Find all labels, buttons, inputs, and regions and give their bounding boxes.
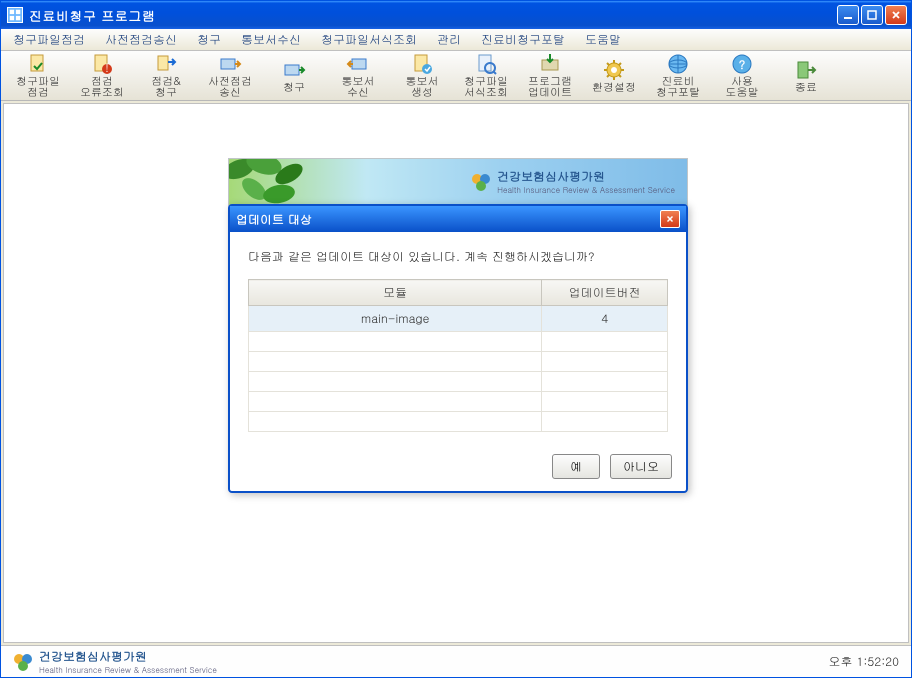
notice-gen-icon [410,53,434,75]
claim-icon [282,59,306,81]
table-row[interactable] [249,352,668,372]
toolbar-btn-exit[interactable]: 종료 [775,53,837,99]
toolbar-label: 통보서 생성 [406,76,439,98]
toolbar-btn-file-check[interactable]: 청구파일 점검 [7,53,69,99]
col-version: 업데이트버전 [542,280,668,306]
dialog-titlebar: 업데이트 대상 [230,206,686,232]
table-row[interactable]: main-image4 [249,306,668,332]
close-button[interactable] [885,5,907,25]
toolbar-label: 진료비 청구포탈 [656,76,700,98]
dialog-body: 다음과 같은 업데이트 대상이 있습니다. 계속 진행하시겠습니까? 모듈 업데… [230,232,686,444]
toolbar-btn-notice-gen[interactable]: 통보서 생성 [391,53,453,99]
status-brand-sub: Health Insurance Review & Assessment Ser… [39,665,217,676]
file-check-icon [26,53,50,75]
program-update-icon [538,53,562,75]
menu-item[interactable]: 도움말 [577,29,629,50]
toolbar-btn-help[interactable]: ? 사용 도움말 [711,53,773,99]
table-row[interactable] [249,372,668,392]
table-row[interactable] [249,412,668,432]
menu-item[interactable]: 청구 [189,29,229,50]
update-table: 모듈 업데이트버전 main-image4 [248,279,668,432]
help-icon: ? [730,53,754,75]
toolbar-label: 환경설정 [592,82,636,93]
exit-icon [794,59,818,81]
menu-item[interactable]: 청구파일점검 [5,29,93,50]
col-module: 모듈 [249,280,542,306]
toolbar-label: 프로그램 업데이트 [528,76,572,98]
svg-text:?: ? [739,56,746,73]
titlebar: 진료비청구 프로그램 [1,1,911,29]
file-send-icon [154,53,178,75]
settings-icon [602,59,626,81]
toolbar-btn-file-error[interactable]: !점검 오류조회 [71,53,133,99]
menubar: 청구파일점검 사전점검송신 청구 통보서수신 청구파일서식조회 관리 진료비청구… [1,29,911,51]
menu-item[interactable]: 관리 [429,29,469,50]
banner: 건강보험심사평가원 Health Insurance Review & Asse… [228,158,688,206]
app-icon [7,7,23,23]
table-row[interactable] [249,392,668,412]
update-dialog: 업데이트 대상 다음과 같은 업데이트 대상이 있습니다. 계속 진행하시겠습니… [228,204,688,493]
toolbar-label: 점검& 청구 [151,76,181,98]
notice-recv-icon [346,53,370,75]
table-row[interactable] [249,332,668,352]
toolbar-label: 사전점검 송신 [208,76,252,98]
status-brand-text: 건강보험심사평가원 [39,648,147,665]
toolbar-label: 청구파일 점검 [16,76,60,98]
toolbar: 청구파일 점검 !점검 오류조회 점검& 청구 사전점검 송신 청구 통보서 수… [1,51,911,101]
content-area: 건강보험심사평가원 Health Insurance Review & Asse… [3,103,909,643]
toolbar-label: 청구 [283,82,305,93]
dialog-message: 다음과 같은 업데이트 대상이 있습니다. 계속 진행하시겠습니까? [248,248,668,265]
toolbar-btn-program-update[interactable]: 프로그램 업데이트 [519,53,581,99]
menu-item[interactable]: 통보서수신 [233,29,309,50]
toolbar-btn-precheck-send[interactable]: 사전점검 송신 [199,53,261,99]
toolbar-btn-check-claim[interactable]: 점검& 청구 [135,53,197,99]
toolbar-btn-settings[interactable]: 환경설정 [583,53,645,99]
status-brand: 건강보험심사평가원 Health Insurance Review & Asse… [13,648,217,676]
file-form-icon [474,53,498,75]
toolbar-btn-notice-recv[interactable]: 통보서 수신 [327,53,389,99]
brand-icon [13,652,33,672]
maximize-button[interactable] [861,5,883,25]
status-time: 오후 1:52:20 [829,653,899,670]
file-error-icon: ! [90,53,114,75]
yes-button[interactable]: 예 [552,454,600,479]
toolbar-label: 청구파일 서식조회 [464,76,508,98]
toolbar-label: 통보서 수신 [342,76,375,98]
portal-icon [666,53,690,75]
toolbar-btn-portal[interactable]: 진료비 청구포탈 [647,53,709,99]
dialog-buttons: 예 아니오 [230,444,686,491]
toolbar-label: 사용 도움말 [726,76,759,98]
toolbar-btn-claim[interactable]: 청구 [263,53,325,99]
main-window: 진료비청구 프로그램 청구파일점검 사전점검송신 청구 통보서수신 청구파일서식… [0,0,912,678]
menu-item[interactable]: 청구파일서식조회 [313,29,425,50]
toolbar-label: 종료 [795,82,817,93]
minimize-button[interactable] [837,5,859,25]
dialog-close-button[interactable] [660,210,680,228]
brand-icon [471,172,491,192]
banner-brand: 건강보험심사평가원 Health Insurance Review & Asse… [471,168,675,196]
banner-brand-text: 건강보험심사평가원 [497,168,605,185]
precheck-send-icon [218,53,242,75]
banner-brand-sub: Health Insurance Review & Assessment Ser… [497,185,675,196]
leaves-decoration [228,158,359,206]
window-controls [837,5,907,25]
no-button[interactable]: 아니오 [610,454,672,479]
toolbar-label: 점검 오류조회 [80,76,124,98]
dialog-title: 업데이트 대상 [236,211,312,228]
menu-item[interactable]: 사전점검송신 [97,29,185,50]
menu-item[interactable]: 진료비청구포탈 [473,29,573,50]
window-title: 진료비청구 프로그램 [29,6,837,25]
toolbar-btn-file-form[interactable]: 청구파일 서식조회 [455,53,517,99]
statusbar: 건강보험심사평가원 Health Insurance Review & Asse… [1,645,911,677]
